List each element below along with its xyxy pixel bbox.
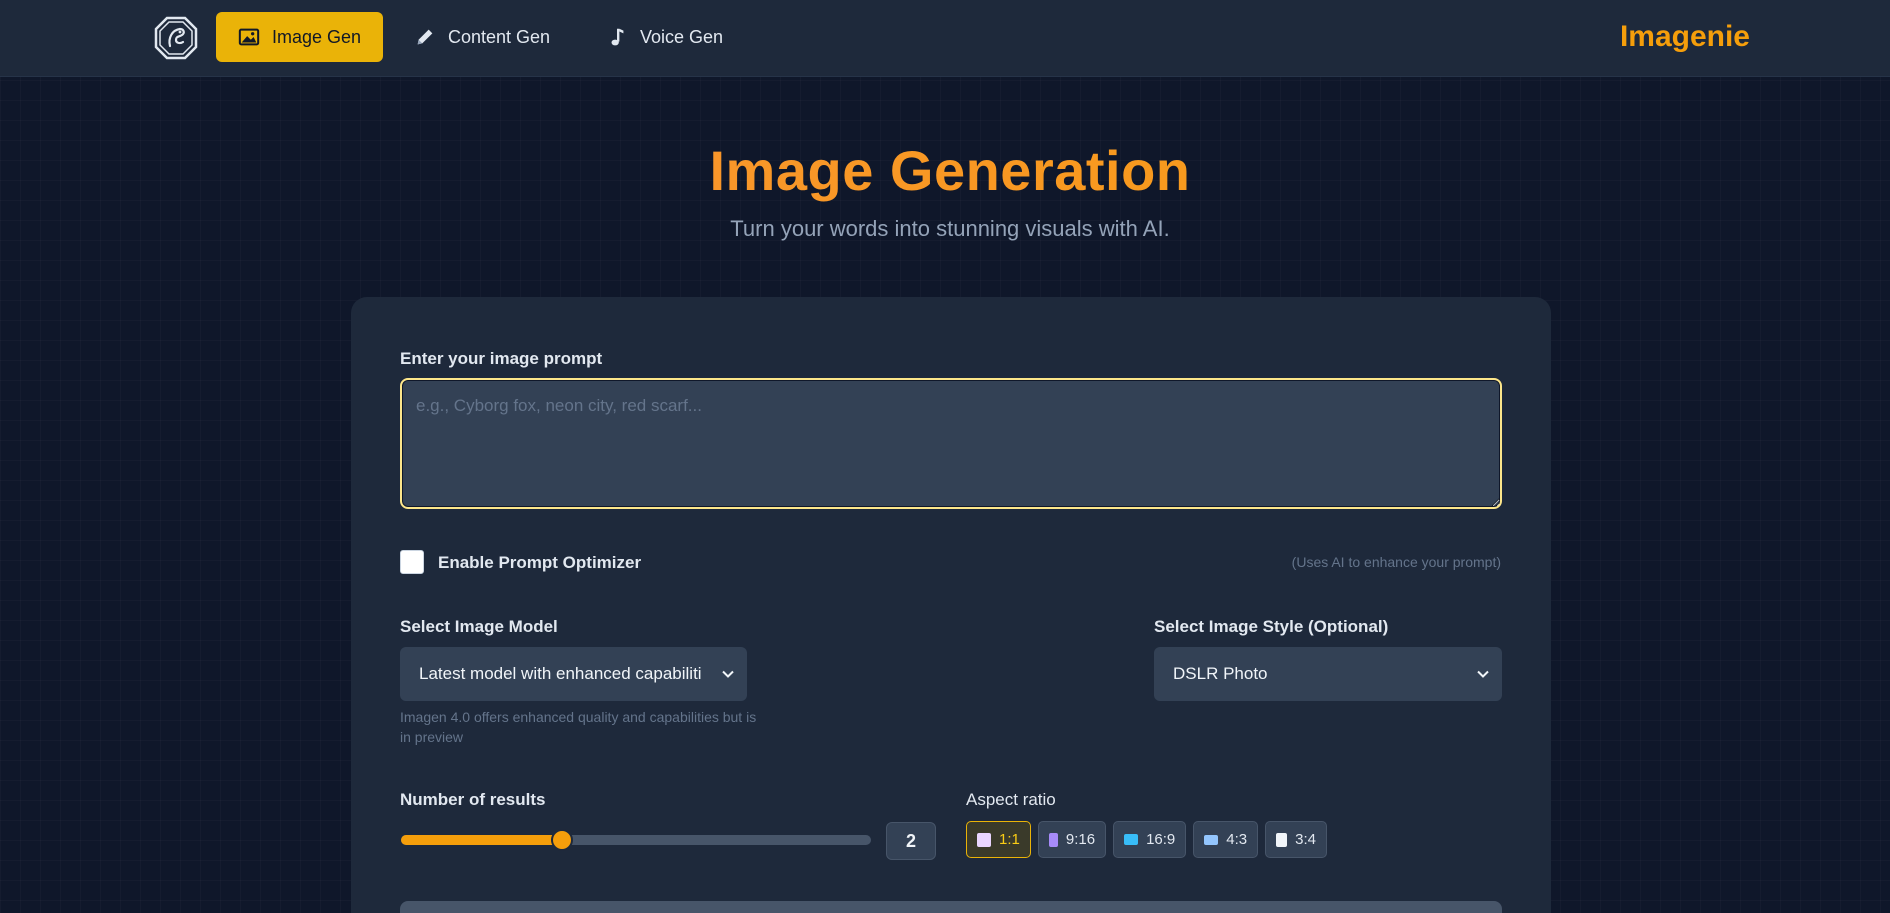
logo-icon[interactable] — [154, 16, 198, 60]
style-label: Select Image Style (Optional) — [1154, 617, 1389, 636]
model-select-value: Latest model with enhanced capabiliti — [419, 664, 702, 683]
chevron-down-icon — [722, 670, 734, 678]
nav-image-gen-label: Image Gen — [272, 26, 362, 47]
prompt-optimizer-hint: (Uses AI to enhance your prompt) — [1291, 554, 1501, 570]
model-help-text: Imagen 4.0 offers enhanced quality and c… — [400, 709, 757, 745]
results-slider-thumb[interactable] — [551, 829, 574, 851]
style-select[interactable]: DSLR Photo — [1154, 647, 1502, 701]
document-icon — [1276, 832, 1288, 847]
chevron-down-icon — [1477, 670, 1489, 678]
pencil-icon — [417, 29, 433, 45]
aspect-9-16-label: 9:16 — [1065, 831, 1096, 848]
music-note-icon — [611, 28, 624, 46]
aspect-label: Aspect ratio — [966, 790, 1056, 809]
image-icon — [238, 28, 260, 46]
prompt-textarea[interactable] — [400, 378, 1502, 509]
nav-image-gen[interactable]: Image Gen — [216, 12, 384, 62]
aspect-1-1-label: 1:1 — [999, 831, 1020, 848]
page-title: Image Generation — [0, 138, 1890, 203]
aspect-4-3-label: 4:3 — [1226, 831, 1248, 848]
camera-icon — [1204, 834, 1219, 845]
aspect-ratio-group: 1:1 9:16 16:9 4:3 3:4 — [966, 821, 1327, 858]
nav-content-gen-label: Content Gen — [448, 26, 551, 47]
aspect-9-16-button[interactable]: 9:16 — [1037, 821, 1107, 858]
model-select[interactable]: Latest model with enhanced capabiliti — [400, 647, 747, 701]
aspect-16-9-label: 16:9 — [1146, 831, 1176, 848]
aspect-3-4-label: 3:4 — [1295, 831, 1316, 848]
brand-name[interactable]: Imagenie — [1620, 20, 1750, 54]
results-label: Number of results — [400, 790, 546, 809]
aspect-1-1-button[interactable]: 1:1 — [966, 821, 1031, 858]
prompt-label: Enter your image prompt — [400, 349, 603, 368]
aspect-4-3-button[interactable]: 4:3 — [1193, 821, 1259, 858]
aspect-3-4-button[interactable]: 3:4 — [1265, 821, 1327, 858]
nav-voice-gen-label: Voice Gen — [640, 26, 724, 47]
style-select-value: DSLR Photo — [1173, 664, 1268, 683]
results-slider[interactable] — [401, 829, 871, 851]
top-navbar: Image Gen Content Gen Voice Gen Imagenie — [0, 0, 1890, 77]
monitor-icon — [1124, 834, 1139, 845]
square-icon — [977, 832, 991, 847]
generate-button[interactable] — [400, 901, 1502, 913]
results-count[interactable]: 2 — [886, 822, 936, 860]
results-slider-fill — [401, 835, 563, 845]
aspect-16-9-button[interactable]: 16:9 — [1113, 821, 1187, 858]
nav-voice-gen[interactable]: Voice Gen — [584, 12, 745, 62]
page-subtitle: Turn your words into stunning visuals wi… — [730, 216, 1170, 241]
nav-content-gen[interactable]: Content Gen — [392, 12, 572, 62]
generation-form-card: Enter your image prompt Enable Prompt Op… — [351, 297, 1551, 913]
phone-icon — [1048, 832, 1058, 847]
prompt-optimizer-checkbox[interactable] — [400, 550, 424, 574]
prompt-optimizer-label[interactable]: Enable Prompt Optimizer — [438, 553, 641, 573]
model-label: Select Image Model — [400, 617, 558, 636]
